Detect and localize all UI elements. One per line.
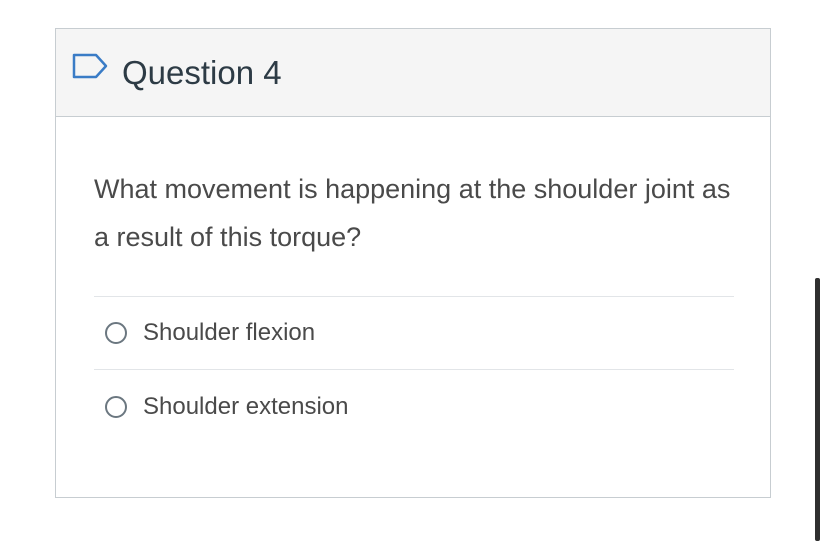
answer-label: Shoulder flexion [143, 319, 316, 346]
question-text: What movement is happening at the should… [94, 174, 731, 252]
question-card: Question 4 What movement is happening at… [55, 28, 771, 498]
answer-option-shoulder-extension[interactable]: Shoulder extension [94, 370, 734, 443]
radio-button[interactable] [105, 395, 127, 418]
answer-list: Shoulder flexion Shoulder extension [94, 296, 734, 443]
quiz-page: Question 4 What movement is happening at… [0, 0, 827, 541]
answer-label: Shoulder extension [143, 392, 349, 420]
answer-option-shoulder-flexion[interactable]: Shoulder flexion [94, 297, 734, 370]
scrollbar[interactable] [815, 278, 820, 541]
flag-question-icon[interactable] [72, 52, 108, 80]
question-body: What movement is happening at the should… [56, 117, 770, 443]
radio-button[interactable] [105, 322, 127, 344]
question-title: Question 4 [122, 54, 282, 91]
question-header: Question 4 [56, 29, 770, 117]
